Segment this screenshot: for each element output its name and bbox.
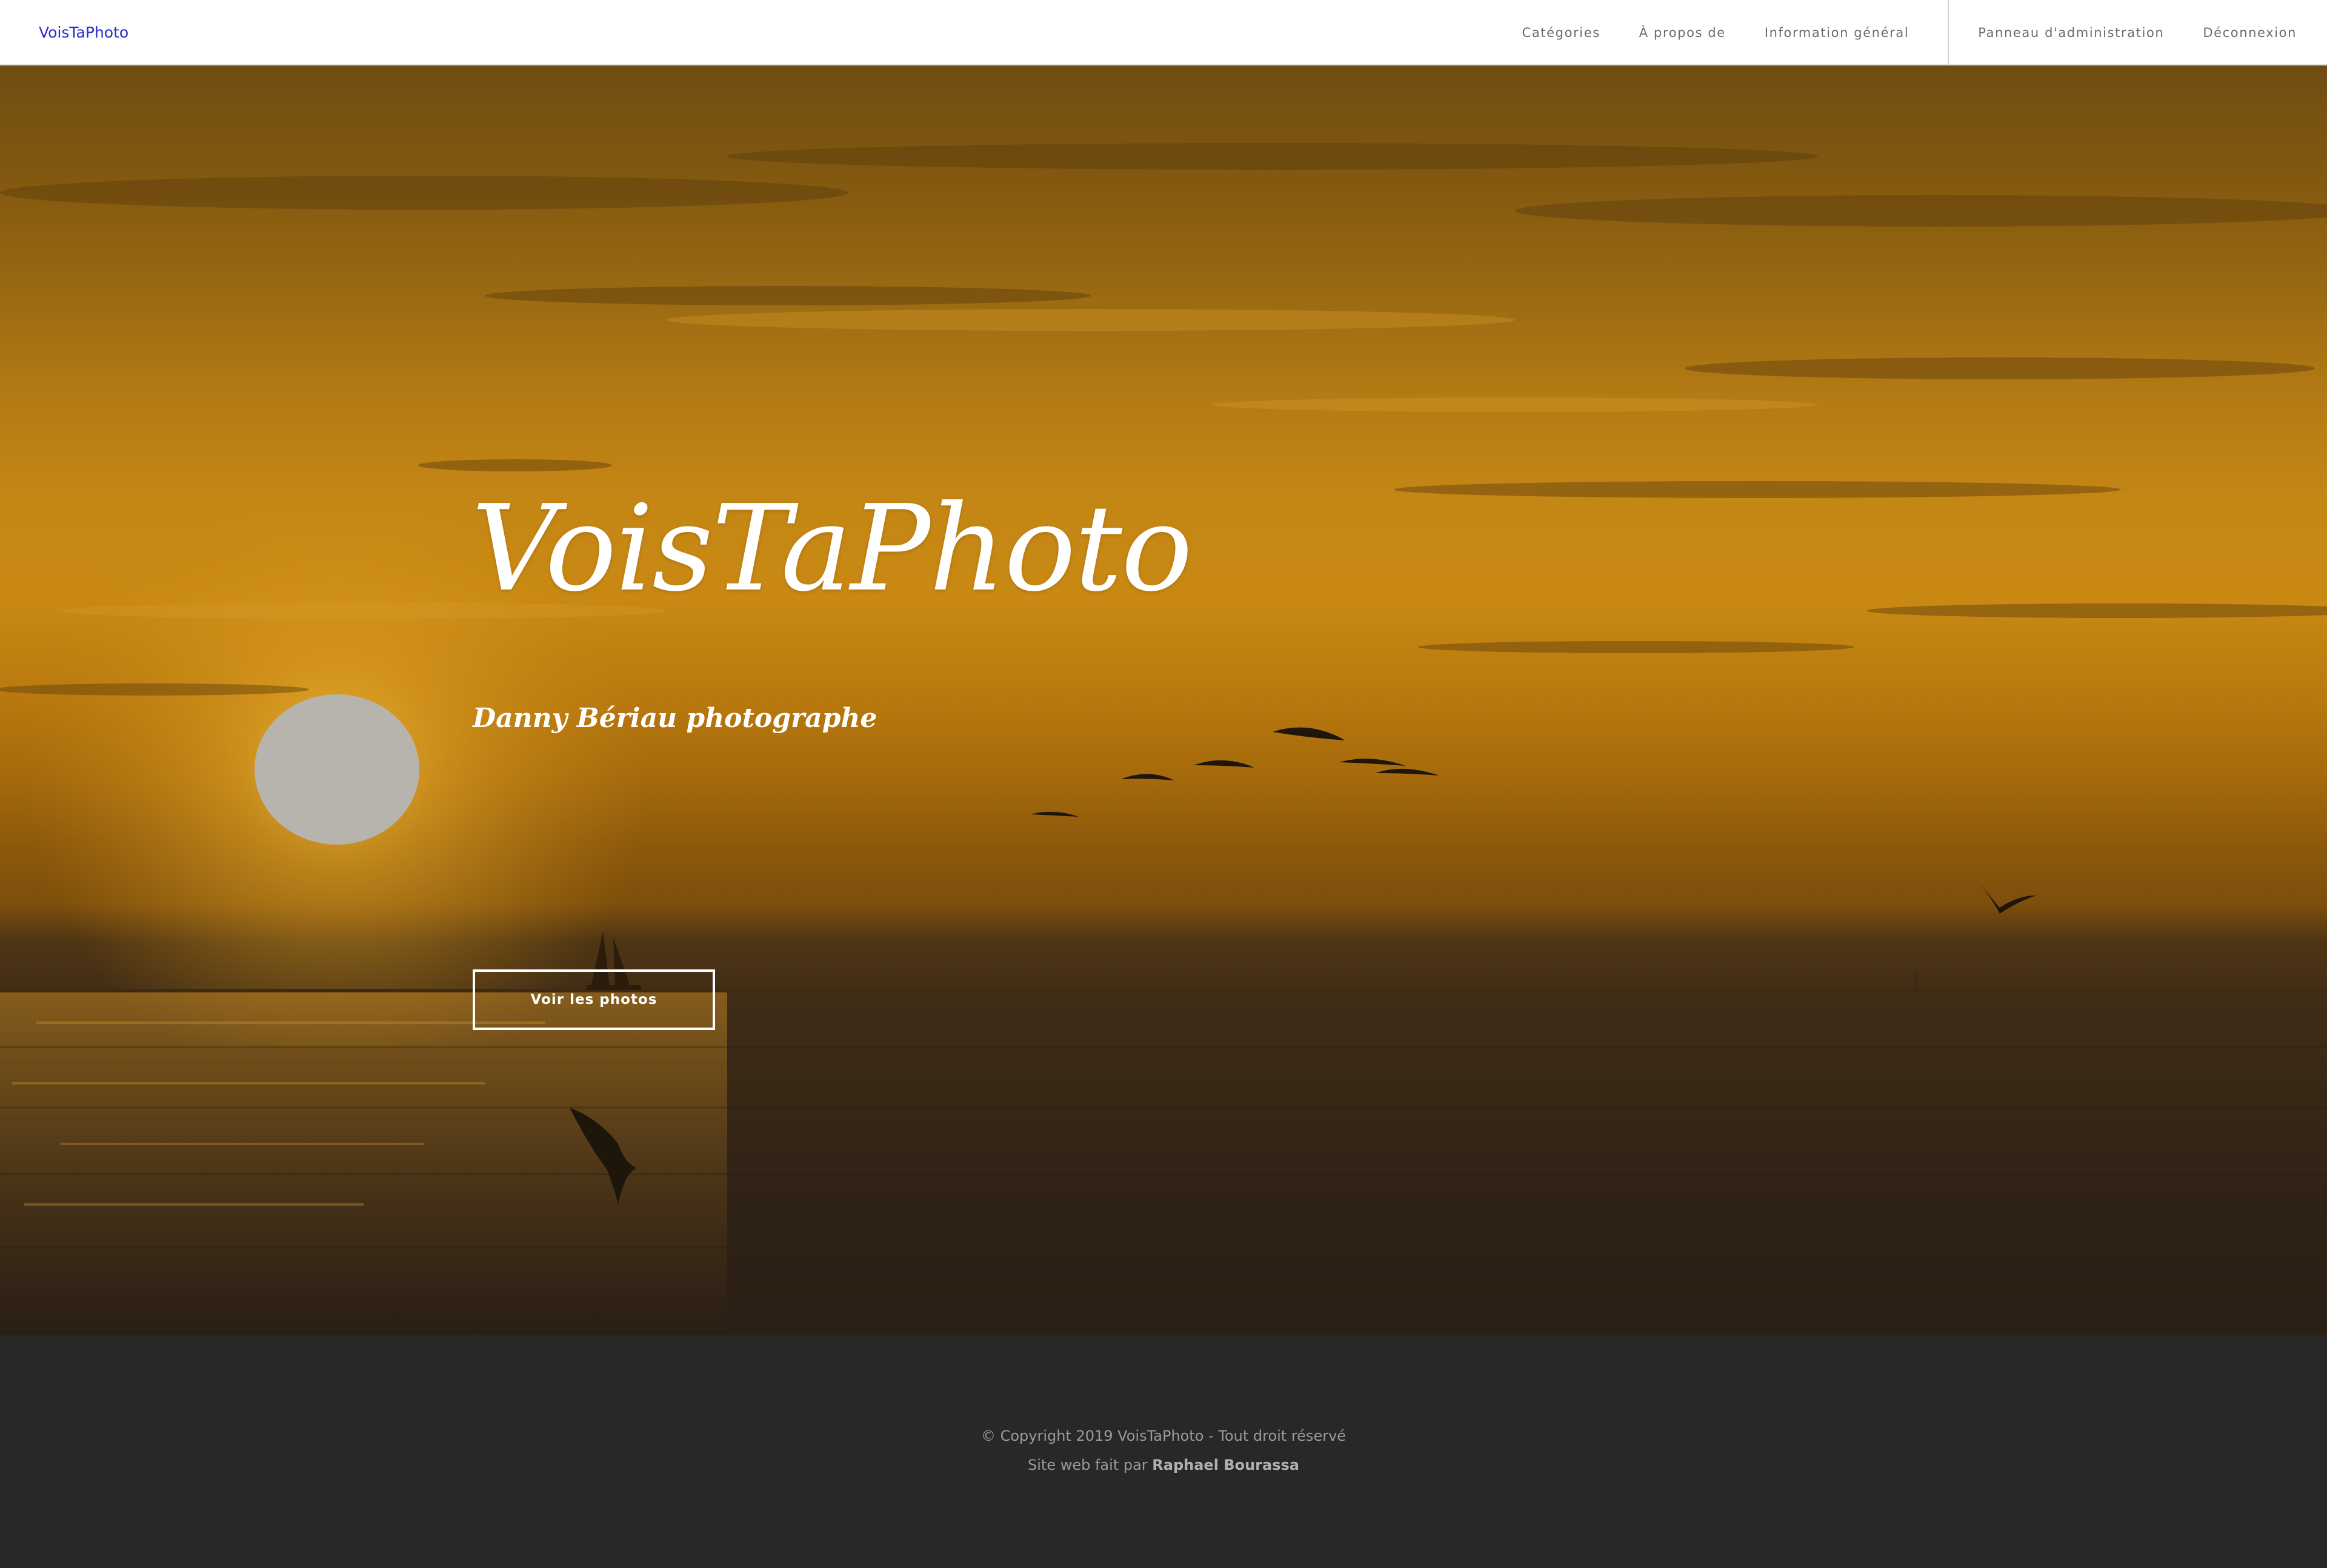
- nav-link-logout[interactable]: Déconnexion: [2183, 0, 2327, 65]
- footer-copyright: © Copyright 2019 VoisTaPhoto - Tout droi…: [980, 1427, 1347, 1444]
- view-photos-button[interactable]: Voir les photos: [473, 969, 715, 1030]
- nav-link-categories[interactable]: Catégories: [1503, 0, 1620, 65]
- nav-main-group: Catégories À propos de Information génér…: [1503, 0, 1948, 65]
- nav-link-about[interactable]: À propos de: [1620, 0, 1745, 65]
- nav-account-group: Panneau d'administration Déconnexion: [1948, 0, 2327, 65]
- nav-link-general-info[interactable]: Information général: [1745, 0, 1948, 65]
- hero-subtitle: Danny Bériau photographe: [473, 703, 877, 734]
- nav-links: Catégories À propos de Information génér…: [1503, 0, 2327, 65]
- footer: © Copyright 2019 VoisTaPhoto - Tout droi…: [0, 1335, 2327, 1568]
- brand-link[interactable]: VoisTaPhoto: [39, 0, 128, 65]
- nav-link-admin-panel[interactable]: Panneau d'administration: [1959, 0, 2183, 65]
- hero-section: VoisTaPhoto Danny Bériau photographe Voi…: [0, 65, 2327, 1335]
- footer-credit: Site web fait par Raphael Bourassa: [0, 1457, 2327, 1473]
- footer-credit-author: Raphael Bourassa: [1152, 1457, 1299, 1473]
- sunset-sea-image: [0, 143, 2327, 1332]
- top-navbar: VoisTaPhoto Catégories À propos de Infor…: [0, 0, 2327, 65]
- hero-title: VoisTaPhoto: [471, 480, 1193, 618]
- footer-credit-prefix: Site web fait par: [1028, 1457, 1148, 1473]
